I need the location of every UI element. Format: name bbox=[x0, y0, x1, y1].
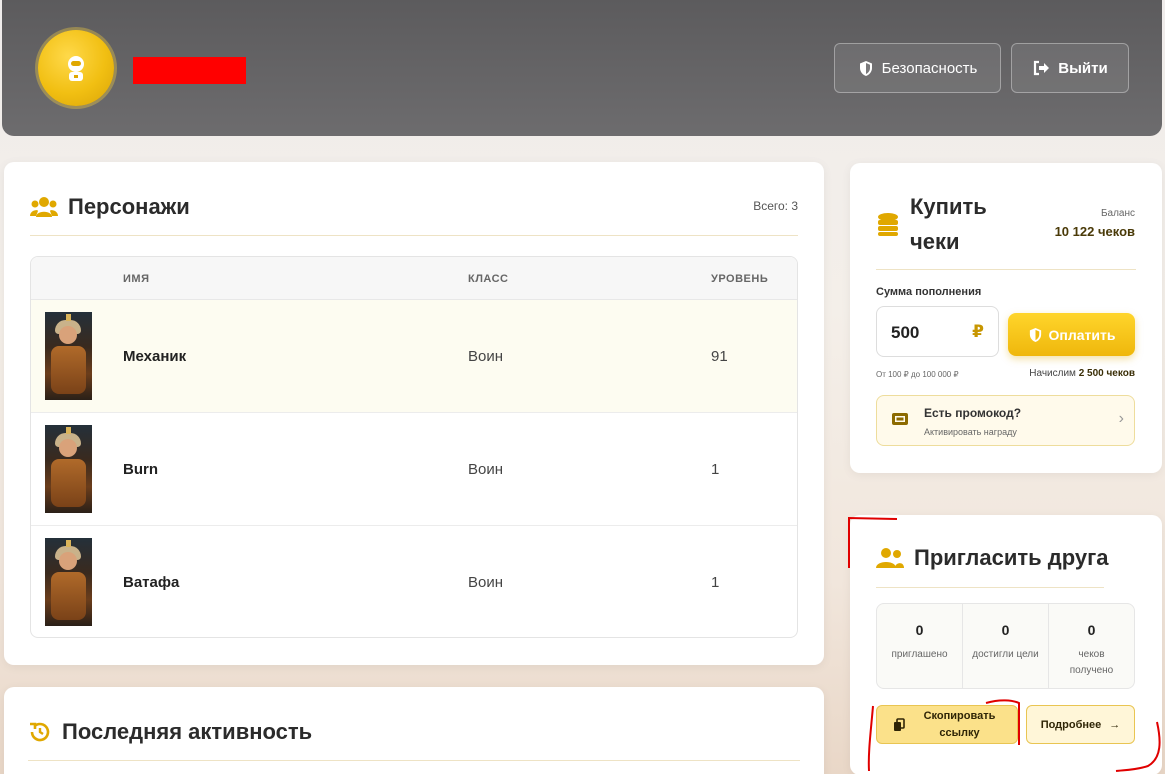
stat-reached-goal: 0 достигли цели bbox=[963, 604, 1049, 688]
activity-title: Последняя активность bbox=[28, 719, 312, 745]
character-portrait bbox=[45, 538, 92, 626]
logout-button[interactable]: Выйти bbox=[1011, 43, 1129, 93]
character-level: 1 bbox=[711, 461, 720, 478]
shield-icon bbox=[859, 60, 872, 76]
amount-input[interactable]: 500 ₽ bbox=[876, 306, 999, 357]
stat-value: 0 bbox=[915, 622, 924, 638]
buy-title-line1: Купить bbox=[910, 194, 987, 219]
promo-subtitle: Активировать награду bbox=[924, 427, 1017, 437]
chevron-right-icon: › bbox=[1118, 410, 1124, 427]
character-name: Механик bbox=[123, 348, 187, 365]
column-level-header: УРОВЕНЬ bbox=[711, 273, 769, 285]
coins-icon bbox=[878, 213, 898, 236]
copy-link-button[interactable]: Скопировать ссылку bbox=[876, 705, 1018, 744]
security-button[interactable]: Безопасность bbox=[834, 43, 1001, 93]
stat-invited: 0 приглашено bbox=[877, 604, 963, 688]
astronaut-icon bbox=[68, 56, 84, 81]
stat-value: 0 bbox=[1001, 622, 1010, 638]
column-class-header: КЛАСС bbox=[468, 273, 509, 285]
history-icon bbox=[30, 722, 50, 742]
character-class: Воин bbox=[468, 461, 504, 478]
character-name: Ватафа bbox=[123, 574, 180, 591]
characters-title: Персонажи bbox=[30, 194, 190, 220]
character-class: Воин bbox=[468, 574, 504, 591]
logout-icon bbox=[1034, 60, 1050, 76]
activity-title-text: Последняя активность bbox=[62, 719, 313, 744]
stat-label: приглашено bbox=[891, 649, 948, 660]
characters-title-text: Персонажи bbox=[68, 194, 190, 219]
characters-total: Всего: 3 bbox=[753, 199, 798, 213]
ruble-icon: ₽ bbox=[972, 322, 984, 341]
promo-title: Есть промокод? bbox=[924, 406, 1022, 420]
profile-header: Безопасность Выйти bbox=[2, 0, 1162, 136]
stat-checks-received: 0 чеков получено bbox=[1049, 604, 1134, 688]
bonus-prefix: Начислим bbox=[1029, 368, 1079, 379]
invite-title: Пригласить друга bbox=[876, 545, 1109, 571]
buy-title-line2: чеки bbox=[910, 229, 960, 254]
amount-label: Сумма пополнения bbox=[876, 286, 982, 298]
invite-friend-card: Пригласить друга 0 приглашено 0 достигли… bbox=[850, 515, 1162, 774]
promo-code-button[interactable]: Есть промокод? Активировать награду › bbox=[876, 395, 1135, 446]
characters-card: Персонажи Всего: 3 ИМЯ КЛАСС УРОВЕНЬ Мех… bbox=[4, 162, 824, 665]
bonus-value: 2 500 чеков bbox=[1078, 368, 1135, 379]
divider bbox=[28, 760, 800, 761]
referral-stats: 0 приглашено 0 достигли цели 0 чеков пол… bbox=[876, 603, 1135, 689]
balance-value: 10 122 чеков bbox=[1054, 224, 1135, 239]
more-details-label: Подробнее bbox=[1040, 718, 1102, 731]
invite-title-text: Пригласить друга bbox=[914, 545, 1109, 570]
logout-button-label: Выйти bbox=[1058, 59, 1108, 77]
table-row[interactable]: Burn Воин 1 bbox=[31, 413, 797, 526]
copy-icon bbox=[893, 717, 905, 731]
stat-label: достигли цели bbox=[972, 649, 1039, 660]
arrow-right-icon: → bbox=[1109, 718, 1121, 731]
character-level: 1 bbox=[711, 574, 720, 591]
user-avatar bbox=[38, 30, 114, 106]
copy-link-label: Скопировать ссылку bbox=[923, 709, 996, 739]
pay-button[interactable]: Оплатить bbox=[1008, 313, 1135, 356]
column-name-header: ИМЯ bbox=[123, 273, 150, 285]
ticket-icon bbox=[892, 413, 908, 425]
character-level: 91 bbox=[711, 348, 728, 365]
table-row[interactable]: Ватафа Воин 1 bbox=[31, 526, 797, 637]
table-row[interactable]: Механик Воин 91 bbox=[31, 300, 797, 413]
balance-label: Баланс bbox=[1100, 208, 1135, 219]
amount-range: От 100 ₽ до 100 000 ₽ bbox=[876, 370, 959, 379]
stat-label: чеков получено bbox=[1069, 649, 1114, 676]
table-header: ИМЯ КЛАСС УРОВЕНЬ bbox=[31, 257, 797, 300]
pay-button-label: Оплатить bbox=[1048, 326, 1116, 343]
more-details-button[interactable]: Подробнее → bbox=[1026, 705, 1135, 744]
user-plus-icon bbox=[876, 548, 904, 568]
redacted-username bbox=[133, 57, 246, 84]
buy-checks-card: Купить чеки Баланс 10 122 чеков Сумма по… bbox=[850, 163, 1162, 473]
amount-value: 500 bbox=[891, 323, 920, 342]
character-name: Burn bbox=[123, 461, 158, 478]
stat-value: 0 bbox=[1087, 622, 1096, 638]
character-portrait bbox=[45, 425, 92, 513]
divider bbox=[876, 587, 1104, 588]
bonus-info: Начислим 2 500 чеков bbox=[1029, 368, 1135, 379]
divider bbox=[30, 235, 798, 236]
characters-table: ИМЯ КЛАСС УРОВЕНЬ Механик Воин 91 Burn В… bbox=[30, 256, 798, 638]
character-portrait bbox=[45, 312, 92, 400]
character-class: Воин bbox=[468, 348, 504, 365]
shield-icon bbox=[1029, 327, 1041, 342]
activity-card: Последняя активность bbox=[4, 687, 824, 774]
divider bbox=[876, 269, 1136, 270]
security-button-label: Безопасность bbox=[881, 59, 978, 77]
buy-title: Купить чеки bbox=[876, 189, 987, 259]
users-icon bbox=[30, 197, 58, 217]
